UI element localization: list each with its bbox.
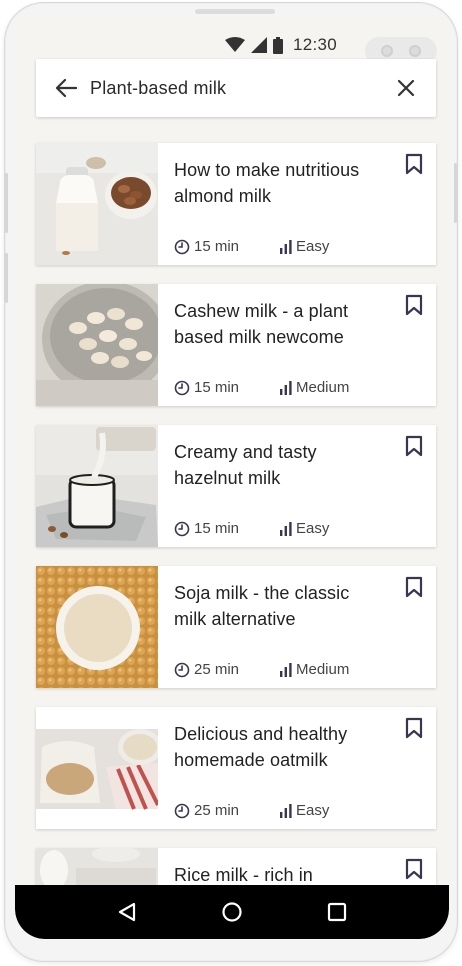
close-icon[interactable] (394, 76, 418, 100)
time-label: 15 min (194, 379, 240, 396)
bar-chart-icon (280, 380, 292, 395)
recipe-card[interactable]: Soja milk - the classic milk alternative… (36, 566, 436, 688)
clock-icon (174, 239, 190, 254)
arrow-left-icon[interactable] (54, 76, 78, 100)
difficulty-label: Easy (296, 520, 330, 537)
recipe-meta: 25 min Easy (174, 802, 329, 819)
recipe-card-body: How to make nutritious almond milk 15 mi… (158, 143, 436, 265)
bar-chart-icon (280, 803, 292, 818)
wifi-icon (225, 37, 245, 52)
oat-milk-photo (36, 707, 158, 829)
almond-milk-photo (36, 143, 158, 265)
power-button (454, 163, 457, 223)
volume-button (5, 253, 8, 303)
clock-icon (174, 380, 190, 395)
recipe-card-body: Creamy and tasty hazelnut milk 15 min Ea… (158, 425, 436, 547)
recipe-card[interactable]: Cashew milk - a plant based milk newcome… (36, 284, 436, 406)
speaker-notch (195, 9, 275, 14)
hazelnut-milk-photo (36, 425, 158, 547)
bookmark-icon[interactable] (404, 153, 426, 177)
bookmark-icon[interactable] (404, 294, 426, 318)
recipe-card-body: Delicious and healthy homemade oatmilk 2… (158, 707, 436, 829)
recipe-card-body: Soja milk - the classic milk alternative… (158, 566, 436, 688)
recipe-title: Creamy and tasty hazelnut milk (174, 442, 317, 488)
difficulty: Medium (280, 379, 349, 396)
recipe-card[interactable]: Creamy and tasty hazelnut milk 15 min Ea… (36, 425, 436, 547)
recipe-card-body: Cashew milk - a plant based milk newcome… (158, 284, 436, 406)
cashew-milk-photo (36, 284, 158, 406)
soja-milk-photo (36, 566, 158, 688)
sensor-dot (409, 45, 421, 57)
recipe-meta: 25 min Medium (174, 661, 349, 678)
recipe-title: Soja milk - the classic milk alternative (174, 583, 350, 629)
time-label: 25 min (194, 802, 240, 819)
difficulty: Medium (280, 661, 349, 678)
cooking-time: 25 min (174, 661, 239, 678)
volume-button (5, 173, 8, 233)
bookmark-icon[interactable] (404, 858, 426, 882)
clock-icon (174, 803, 190, 818)
cooking-time: 25 min (174, 802, 239, 819)
search-bar: Plant-based milk (36, 59, 436, 117)
cellular-icon (251, 37, 267, 53)
recipe-meta: 15 min Easy (174, 238, 329, 255)
bookmark-icon[interactable] (404, 435, 426, 459)
time-label: 25 min (194, 661, 240, 678)
difficulty-label: Medium (296, 379, 350, 396)
search-input[interactable]: Plant-based milk (90, 78, 394, 99)
bar-chart-icon (280, 521, 292, 536)
difficulty-label: Easy (296, 802, 330, 819)
difficulty-label: Medium (296, 661, 350, 678)
difficulty: Easy (280, 802, 329, 819)
difficulty-label: Easy (296, 238, 330, 255)
camera-lens (381, 45, 393, 57)
recipe-card[interactable]: How to make nutritious almond milk 15 mi… (36, 143, 436, 265)
status-time: 12:30 (293, 35, 338, 54)
difficulty: Easy (280, 520, 329, 537)
clock-icon (174, 662, 190, 677)
bookmark-icon[interactable] (404, 717, 426, 741)
recipe-title: How to make nutritious almond milk (174, 160, 360, 206)
status-icons: 12:30 (225, 35, 337, 55)
cooking-time: 15 min (174, 520, 239, 537)
clock-icon (174, 521, 190, 536)
recipe-title: Delicious and healthy homemade oatmilk (174, 724, 348, 770)
recipe-meta: 15 min Easy (174, 520, 329, 537)
bar-chart-icon (280, 662, 292, 677)
cooking-time: 15 min (174, 379, 239, 396)
triangle-back-icon[interactable] (113, 898, 141, 926)
time-label: 15 min (194, 238, 240, 255)
screen: 12:30 Plant-based milk How to make nutri… (15, 17, 449, 939)
navigation-bar (15, 885, 449, 939)
phone-frame: 12:30 Plant-based milk How to make nutri… (4, 2, 458, 962)
time-label: 15 min (194, 520, 240, 537)
recipe-title: Cashew milk - a plant based milk newcome (174, 301, 349, 347)
square-recents-icon[interactable] (323, 898, 351, 926)
cooking-time: 15 min (174, 238, 239, 255)
recipe-meta: 15 min Medium (174, 379, 349, 396)
bookmark-icon[interactable] (404, 576, 426, 600)
battery-icon (273, 36, 283, 54)
circle-home-icon[interactable] (218, 898, 246, 926)
bar-chart-icon (280, 239, 292, 254)
recipe-card[interactable]: Delicious and healthy homemade oatmilk 2… (36, 707, 436, 829)
difficulty: Easy (280, 238, 329, 255)
